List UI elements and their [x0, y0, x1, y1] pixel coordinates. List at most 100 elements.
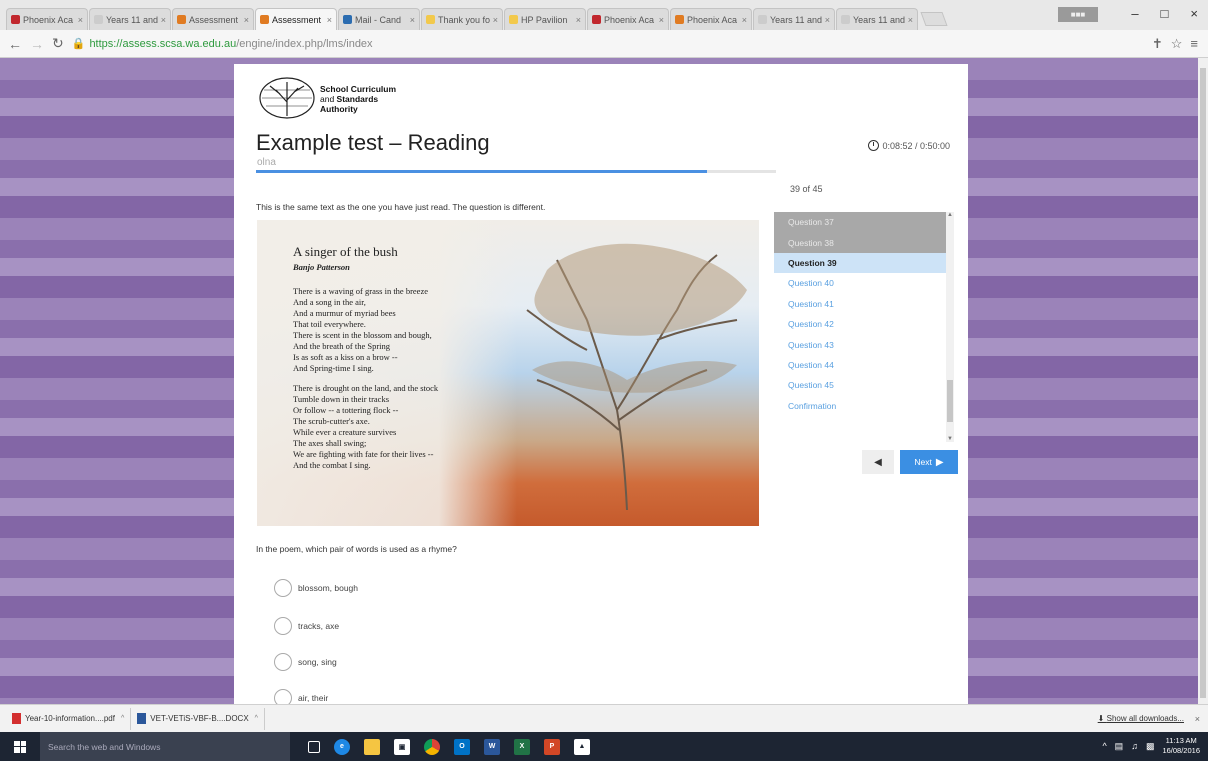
chrome-icon[interactable] — [424, 738, 440, 755]
browser-tab[interactable]: Years 11 and × — [89, 8, 171, 30]
reload-icon[interactable]: ↻ — [52, 35, 64, 52]
show-all-downloads-link[interactable]: ⬇ Show all downloads... — [1098, 714, 1184, 723]
url-domain: https://assess.scsa.wa.edu.au — [89, 37, 237, 50]
question-list-item[interactable]: Question 45 — [774, 375, 954, 395]
browser-tab[interactable]: HP Pavilion × — [504, 8, 586, 30]
tab-close-icon[interactable]: × — [161, 15, 166, 25]
menu-icon[interactable]: ≡ — [1190, 36, 1198, 52]
browser-tab[interactable]: Phoenix Aca × — [587, 8, 669, 30]
chevron-up-icon[interactable]: ^ — [121, 715, 124, 722]
answer-option[interactable]: tracks, axe — [274, 617, 339, 635]
question-list-scroll-thumb[interactable] — [947, 380, 953, 422]
answer-option[interactable]: song, sing — [274, 653, 337, 671]
tab-label: HP Pavilion — [521, 14, 568, 25]
question-list-item[interactable]: Question 40 — [774, 273, 954, 293]
file-explorer-icon[interactable] — [364, 738, 380, 755]
download-item-label: Year-10-information....pdf — [25, 714, 115, 723]
browser-tab[interactable]: Thank you fo × — [421, 8, 503, 30]
radio-button[interactable] — [274, 579, 292, 597]
chevron-up-icon[interactable]: ^ — [255, 715, 258, 722]
docx-file-icon — [137, 713, 147, 724]
question-list-item[interactable]: Question 37 — [774, 212, 954, 233]
show-all-downloads-label: Show all downloads... — [1106, 714, 1184, 723]
tab-favicon-icon — [94, 15, 103, 24]
poem-line: There is scent in the blossom and bough, — [293, 330, 432, 340]
tab-close-icon[interactable]: × — [576, 15, 581, 25]
action-center-icon[interactable]: ▩ — [1146, 741, 1155, 752]
tab-close-icon[interactable]: × — [78, 15, 83, 25]
tab-close-icon[interactable]: × — [659, 15, 664, 25]
close-icon[interactable]: × — [1190, 6, 1198, 21]
question-list-item[interactable]: Question 42 — [774, 314, 954, 334]
browser-tab[interactable]: Assessment × — [255, 8, 337, 30]
outlook-icon[interactable]: O — [454, 738, 470, 755]
page-scrollbar[interactable] — [1198, 58, 1208, 704]
bookmark-star-icon[interactable]: ☆ — [1171, 36, 1183, 52]
tray-expand-icon[interactable]: ^ — [1102, 741, 1106, 751]
tab-close-icon[interactable]: × — [327, 15, 332, 25]
excel-icon[interactable]: X — [514, 738, 530, 755]
browser-tab[interactable]: Phoenix Aca × — [6, 8, 88, 30]
photos-icon[interactable]: ▲ — [574, 738, 590, 755]
store-icon[interactable]: ▣ — [394, 738, 410, 755]
word-icon[interactable]: W — [484, 738, 500, 755]
new-tab-button[interactable] — [920, 12, 948, 26]
browser-tab[interactable]: Mail - Cand × — [338, 8, 420, 30]
scroll-down-icon[interactable]: ▼ — [946, 436, 954, 442]
tab-close-icon[interactable]: × — [742, 15, 747, 25]
tab-close-icon[interactable]: × — [825, 15, 830, 25]
volume-icon[interactable]: ♫ — [1131, 741, 1138, 751]
answer-option[interactable]: blossom, bough — [274, 579, 358, 597]
question-list-item[interactable]: Question 38 — [774, 232, 954, 253]
tab-close-icon[interactable]: × — [908, 15, 913, 25]
browser-tab[interactable]: Assessment × — [172, 8, 254, 30]
previous-button[interactable]: ◀ — [862, 450, 894, 474]
edge-browser-icon[interactable]: e — [334, 738, 350, 755]
tab-close-icon[interactable]: × — [493, 15, 498, 25]
browser-profile-badge[interactable]: ■■■ — [1058, 7, 1098, 22]
tree-illustration — [526, 243, 747, 511]
poem-stanza-2: There is drought on the land, and the st… — [293, 383, 438, 471]
maximize-icon[interactable]: □ — [1161, 6, 1169, 21]
url-field[interactable]: https://assess.scsa.wa.edu.au/engine/ind… — [89, 38, 372, 50]
browser-tab[interactable]: Years 11 and × — [836, 8, 918, 30]
back-arrow-icon[interactable]: ← — [8, 36, 22, 52]
minimize-icon[interactable]: – — [1131, 6, 1138, 21]
taskbar-search-input[interactable]: Search the web and Windows — [40, 732, 290, 761]
close-downloads-icon[interactable]: × — [1195, 714, 1200, 724]
tray-date: 16/08/2016 — [1162, 746, 1200, 755]
next-button[interactable]: Next ▶ — [900, 450, 958, 474]
start-button[interactable] — [0, 732, 40, 761]
tab-close-icon[interactable]: × — [244, 15, 249, 25]
tab-favicon-icon — [592, 15, 601, 24]
browser-tab[interactable]: Phoenix Aca × — [670, 8, 752, 30]
download-item-docx[interactable]: VET-VETiS-VBF-B....DOCX ^ — [131, 707, 265, 730]
tray-clock[interactable]: 11:13 AM 16/08/2016 — [1162, 736, 1200, 756]
question-list-item[interactable]: Question 39 — [774, 252, 954, 274]
poem-line: There is a waving of grass in the breeze — [293, 286, 428, 296]
tab-favicon-icon — [260, 15, 269, 24]
task-view-icon[interactable] — [308, 740, 320, 753]
scroll-up-icon[interactable]: ▲ — [946, 212, 954, 218]
question-list-item[interactable]: Question 43 — [774, 334, 954, 354]
question-list-item[interactable]: Confirmation — [774, 396, 954, 416]
question-list-item[interactable]: Question 41 — [774, 294, 954, 314]
question-list-panel: Question 37 Question 38 Question 39 Questio… — [774, 212, 954, 442]
logo-line-3: Authority — [320, 104, 358, 114]
browser-tab[interactable]: Years 11 and × — [753, 8, 835, 30]
question-nav: ◀ Next ▶ — [862, 450, 958, 474]
logo-line-2a: and — [320, 94, 337, 104]
extension-icon[interactable]: ✝ — [1152, 36, 1163, 52]
poem-title: A singer of the bush — [293, 244, 398, 259]
question-list-item[interactable]: Question 44 — [774, 355, 954, 375]
radio-button[interactable] — [274, 617, 292, 635]
network-icon[interactable]: ▤ — [1115, 741, 1124, 752]
powerpoint-icon[interactable]: P — [544, 738, 560, 755]
tab-close-icon[interactable]: × — [410, 15, 415, 25]
download-item-pdf[interactable]: Year-10-information....pdf ^ — [6, 707, 132, 730]
forward-arrow-icon[interactable]: → — [30, 36, 44, 52]
scsa-logo: School Curriculum and Standards Authorit… — [258, 76, 396, 122]
radio-button[interactable] — [274, 653, 292, 671]
question-list-scrollbar[interactable]: ▲ ▼ — [946, 212, 954, 442]
page-scrollbar-thumb[interactable] — [1200, 68, 1206, 698]
